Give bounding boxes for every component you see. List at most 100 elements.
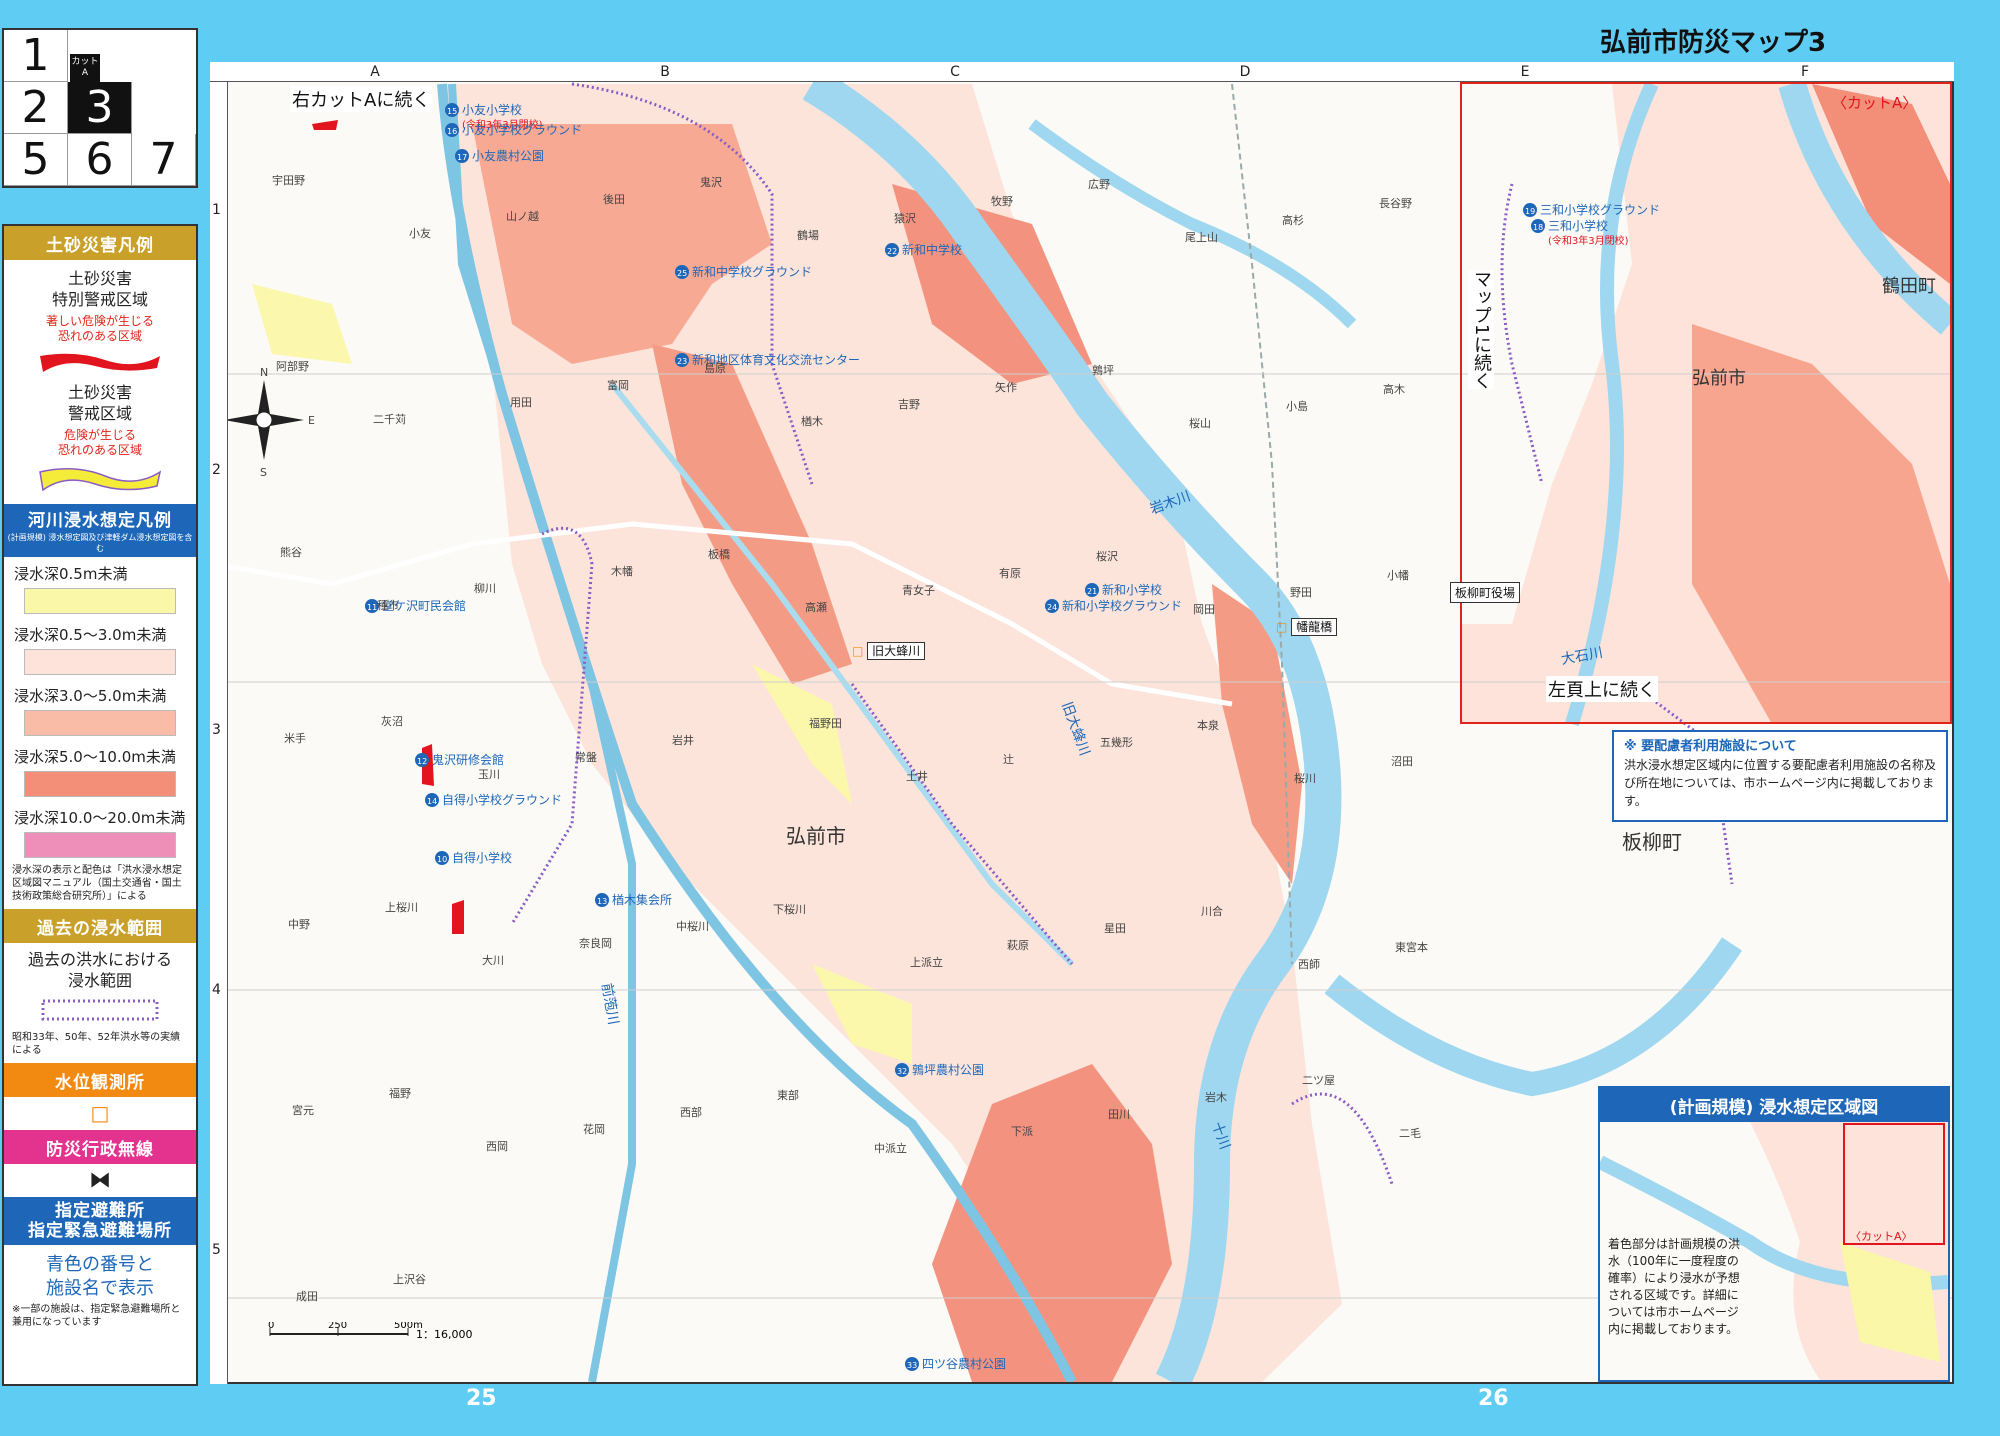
place-label: 高木 [1383, 382, 1405, 396]
place-label: 高杉 [1282, 213, 1304, 227]
shelter-number: 14 [427, 797, 437, 806]
place-label: 五幾形 [1100, 736, 1133, 749]
flood-level-row: 浸水深3.0～5.0m未満 [4, 679, 196, 740]
col-D: D [1239, 64, 1251, 80]
place-label: 西師 [1298, 958, 1320, 971]
shelter-name: 新和中学校グラウンド [692, 264, 812, 279]
place-label: 田川 [1108, 1108, 1130, 1121]
scale-ratio: 1：16,000 [416, 1328, 473, 1341]
gauge-label: 旧大蜂川 [867, 642, 926, 660]
page-index-cell-6[interactable]: 6 [68, 134, 132, 186]
flood-level-swatch [24, 832, 176, 858]
place-label: 上桜川 [385, 900, 418, 914]
place-label: 柳川 [474, 581, 496, 595]
place-label: 小幡 [1387, 568, 1409, 582]
page-index-cell-3[interactable]: 3 [68, 82, 132, 134]
svg-text:N: N [260, 366, 268, 379]
place-label: 山ノ越 [506, 209, 539, 223]
cut-a-box[interactable]: 〈カットA〉 鶴田町 弘前市 [1460, 82, 1952, 724]
page-index-cut-a[interactable]: カット A [70, 54, 100, 82]
continue-map1[interactable]: マップ1に続く [1468, 270, 1494, 390]
place-label: 二ツ屋 [1302, 1074, 1335, 1087]
flood-level-swatch [24, 710, 176, 736]
flood-level-label: 浸水深3.0～5.0m未満 [14, 687, 167, 705]
past-flood-title: 過去の洪水における 浸水範囲 [27, 950, 172, 990]
shelter-16[interactable]: 16 小友小学校グラウンド [445, 122, 582, 137]
place-label: 小島 [1286, 399, 1308, 413]
place-label: 鬼沢 [700, 175, 722, 189]
care-facility-title: ※ 要配慮者利用施設について [1624, 739, 1797, 754]
shelter-name: 鬼沢研修会館 [432, 752, 504, 767]
column-ruler: A B C D E F [210, 62, 1954, 82]
place-label: 東宮本 [1395, 940, 1428, 954]
scale-tick-250: 250 [328, 1322, 347, 1331]
landslide-legend-header: 土砂災害凡例 [4, 226, 196, 260]
shelter-14[interactable]: 14 自得小学校グラウンド [425, 792, 562, 807]
shelter-name: 新和中学校 [902, 242, 962, 257]
plan-inset-title: (計画規模) 浸水想定区域図 [1600, 1088, 1948, 1122]
col-E: E [1520, 64, 1530, 80]
col-B: B [660, 64, 670, 80]
gauge-kyudaihachi[interactable]: □ 旧大蜂川 [852, 642, 926, 660]
place-label: 本泉 [1197, 718, 1219, 732]
continue-right-cut[interactable]: 右カットAに続く [290, 86, 433, 112]
page-index: 1 カット A 2 3 5 6 7 [2, 28, 198, 188]
flood-level-row: 浸水深5.0～10.0m未満 [4, 740, 196, 801]
shelter-24[interactable]: 24 新和小学校グラウンド [1045, 598, 1182, 613]
continue-left-top[interactable]: 左頁上に続く [1546, 676, 1658, 702]
place-label: 花岡 [583, 1123, 605, 1136]
shelter-23[interactable]: 23 新和地区体育文化交流センター [675, 352, 860, 367]
town-hirosaki: 弘前市 [786, 824, 846, 848]
flood-level-swatch [24, 588, 176, 614]
place-label: 熊谷 [280, 545, 302, 559]
shelter-desc: 青色の番号と 施設名で表示 [46, 1254, 154, 1299]
row-3: 3 [212, 722, 221, 738]
place-label: 西部 [680, 1105, 702, 1119]
place-label: 高瀬 [805, 600, 827, 614]
place-label: 青女子 [902, 583, 935, 597]
past-flood-note: 昭和33年、50年、52年洪水等の実績による [12, 1032, 181, 1056]
shelter-name: 新和小学校グラウンド [1062, 598, 1182, 613]
office-itayanagi[interactable]: 板柳町役場 [1450, 582, 1521, 603]
shelter-number: 25 [677, 269, 687, 278]
place-label: 米手 [284, 731, 306, 745]
shelter-number: 11 [367, 603, 377, 612]
place-label: 大川 [482, 953, 504, 967]
place-label: 灰沼 [381, 714, 403, 728]
page-title: 弘前市防災マップ3 [1600, 28, 1827, 58]
place-label: 星田 [1104, 922, 1126, 935]
landslide-warning-swatch [39, 468, 162, 492]
place-label: 土井 [906, 769, 928, 783]
shelter-name: 自得小学校グラウンド [442, 792, 562, 807]
page-index-cell-2[interactable]: 2 [4, 82, 68, 134]
gauge-icon: □ [852, 644, 864, 658]
flood-legend-subheader: (計画規模) 浸水想定図及び津軽ダム浸水想定図を含む [4, 532, 196, 557]
shelter-25[interactable]: 25 新和中学校グラウンド [675, 264, 812, 279]
landslide-warning-title: 土砂災害 警戒区域 [67, 383, 132, 423]
place-label: 岡田 [1193, 603, 1215, 616]
place-label: 上沢谷 [393, 1272, 426, 1286]
page-index-cell-5[interactable]: 5 [4, 134, 68, 186]
place-label: 下派 [1011, 1125, 1033, 1138]
place-label: 萩原 [1007, 939, 1029, 952]
shelter-number: 10 [437, 855, 447, 864]
gauge-banryu[interactable]: □ 幡龍橋 [1276, 618, 1338, 636]
place-label: 鶴場 [797, 228, 819, 242]
cut-town-tsuruta: 鶴田町 [1882, 276, 1936, 297]
svg-text:S: S [260, 466, 267, 479]
place-label: 板橋 [708, 547, 730, 561]
flood-level-row: 浸水深0.5m未満 [4, 557, 196, 618]
place-label: 島原 [704, 361, 726, 375]
flood-level-label: 浸水深0.5m未満 [14, 565, 128, 583]
shelter-name: 鶉坪農村公園 [912, 1063, 984, 1077]
water-level-symbol: □ [90, 1101, 110, 1125]
page-index-cell-7[interactable]: 7 [132, 134, 196, 186]
page-index-cell-1[interactable]: 1 [4, 30, 68, 82]
flood-level-row: 浸水深0.5～3.0m未満 [4, 618, 196, 679]
flood-legend-note: 浸水深の表示と配色は「洪水浸水想定区域図マニュアル（国土交通省・国土技術政策総合… [12, 865, 182, 902]
place-label: 上派立 [910, 955, 943, 969]
shelter-name: 小友小学校グラウンド [462, 122, 582, 137]
place-label: 吉野 [898, 398, 920, 411]
plan-scale-inset[interactable]: (計画規模) 浸水想定区域図 〈カットA〉 着色部分は計画規模の洪水（100年に… [1596, 1086, 1950, 1382]
place-label: 中桜川 [676, 919, 709, 933]
